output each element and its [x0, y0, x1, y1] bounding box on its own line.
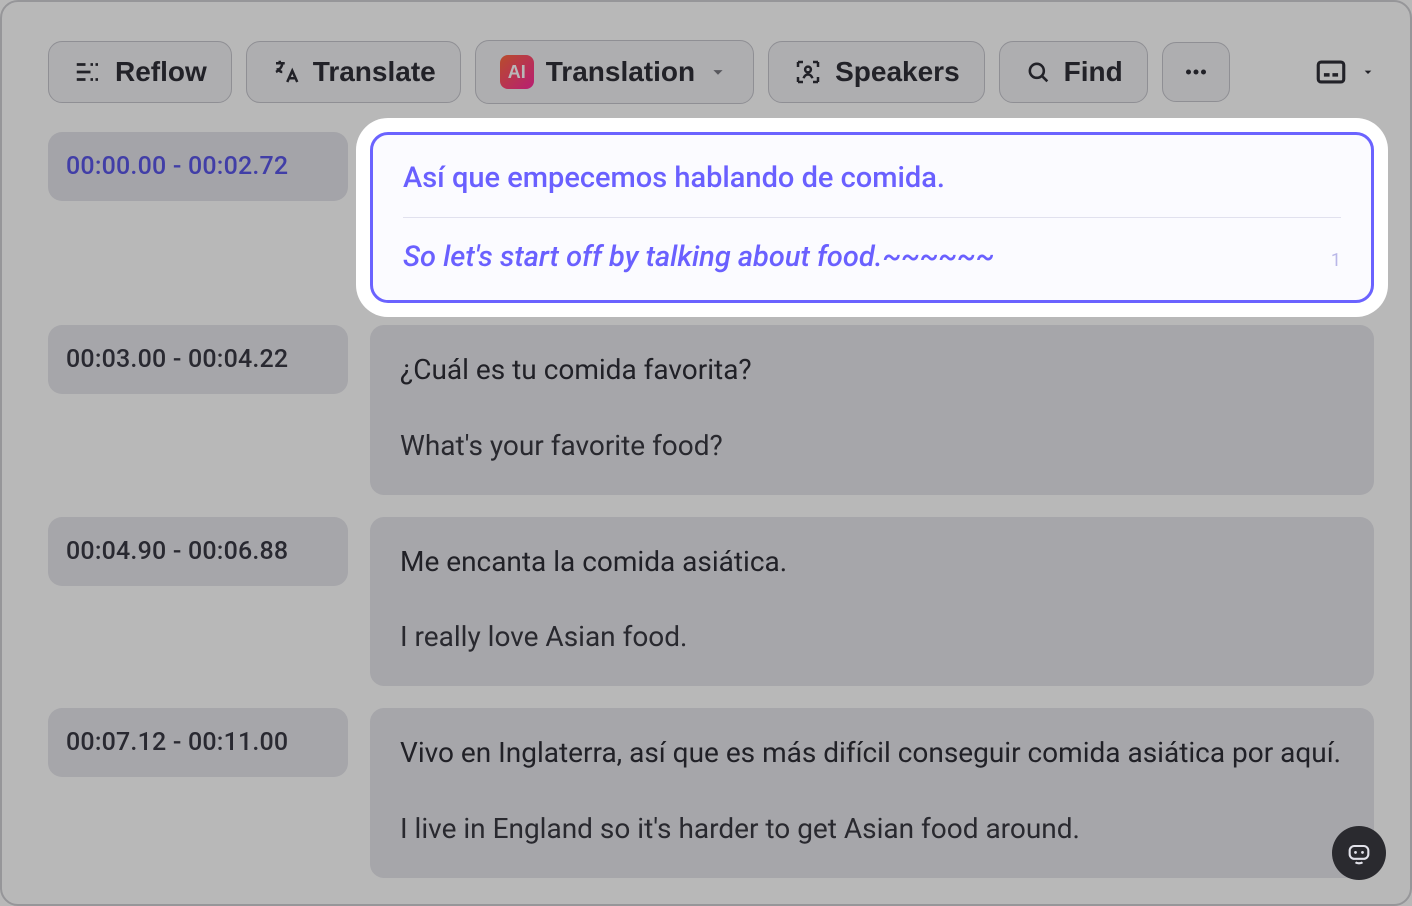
caret-down-icon — [1360, 64, 1376, 80]
speakers-label: Speakers — [835, 56, 960, 88]
translate-label: Translate — [313, 56, 436, 88]
segment-source: ¿Cuál es tu comida favorita? — [400, 351, 1344, 389]
segment-bubble[interactable]: ¿Cuál es tu comida favorita? What's your… — [370, 325, 1374, 495]
time-chip[interactable]: 00:07.12 - 00:11.00 — [48, 708, 348, 777]
segment-row: 00:00.00 - 00:02.72 Así que empecemos ha… — [48, 132, 1374, 303]
segment-bubble[interactable]: Vivo en Inglaterra, así que es más difíc… — [370, 708, 1374, 878]
caption-icon — [1314, 55, 1348, 89]
segment-translation: I live in England so it's harder to get … — [400, 810, 1344, 848]
segments-list: 00:00.00 - 00:02.72 Así que empecemos ha… — [20, 132, 1392, 878]
reflow-label: Reflow — [115, 56, 207, 88]
translate-button[interactable]: Translate — [246, 41, 461, 103]
translate-icon — [271, 57, 301, 87]
segment-row: 00:03.00 - 00:04.22 ¿Cuál es tu comida f… — [48, 325, 1374, 495]
reflow-button[interactable]: Reflow — [48, 41, 232, 103]
divider — [403, 217, 1341, 218]
segment-translation: So let's start off by talking about food… — [403, 240, 1321, 274]
more-button[interactable] — [1162, 42, 1230, 102]
translation-dropdown[interactable]: AI Translation — [475, 40, 754, 104]
time-to: 00:02.72 — [188, 152, 288, 181]
speakers-icon — [793, 57, 823, 87]
dots-horizontal-icon — [1181, 57, 1211, 87]
time-from: 00:00.00 — [66, 152, 166, 181]
segment-translation: What's your favorite food? — [400, 427, 1344, 465]
segment-source: Así que empecemos hablando de comida. — [403, 161, 1341, 195]
time-from: 00:03.00 — [66, 345, 166, 374]
time-chip[interactable]: 00:04.90 - 00:06.88 — [48, 517, 348, 586]
editor-frame: Reflow Translate AI Translation — [0, 0, 1412, 906]
translation-label: Translation — [546, 56, 695, 88]
scrollbar-thumb[interactable] — [1376, 154, 1386, 210]
segment-source: Me encanta la comida asiática. — [400, 543, 1344, 581]
find-button[interactable]: Find — [999, 41, 1148, 103]
toolbar: Reflow Translate AI Translation — [48, 40, 1378, 104]
segment-row: 00:07.12 - 00:11.00 Vivo en Inglaterra, … — [48, 708, 1374, 878]
ai-icon: AI — [500, 55, 534, 89]
find-label: Find — [1064, 56, 1123, 88]
segment-source: Vivo en Inglaterra, así que es más difíc… — [400, 734, 1344, 772]
time-to: 00:04.22 — [188, 345, 288, 374]
speakers-button[interactable]: Speakers — [768, 41, 985, 103]
time-from: 00:04.90 — [66, 537, 166, 566]
search-icon — [1024, 58, 1052, 86]
time-from: 00:07.12 — [66, 728, 166, 757]
time-chip[interactable]: 00:03.00 - 00:04.22 — [48, 325, 348, 394]
segment-row: 00:04.90 - 00:06.88 Me encanta la comida… — [48, 517, 1374, 687]
time-chip[interactable]: 00:00.00 - 00:02.72 — [48, 132, 348, 201]
segment-bubble[interactable]: Me encanta la comida asiática. I really … — [370, 517, 1374, 687]
segment-translation: I really love Asian food. — [400, 618, 1344, 656]
reflow-icon — [73, 57, 103, 87]
caption-view-dropdown[interactable] — [1312, 49, 1378, 95]
assistant-fab[interactable] — [1332, 826, 1386, 880]
time-to: 00:06.88 — [188, 537, 288, 566]
chevron-down-icon — [707, 61, 729, 83]
active-segment-bubble[interactable]: Así que empecemos hablando de comida. So… — [370, 132, 1374, 303]
chat-bot-icon — [1345, 839, 1373, 867]
time-to: 00:11.00 — [188, 728, 288, 757]
segment-index: 1 — [1331, 250, 1341, 271]
